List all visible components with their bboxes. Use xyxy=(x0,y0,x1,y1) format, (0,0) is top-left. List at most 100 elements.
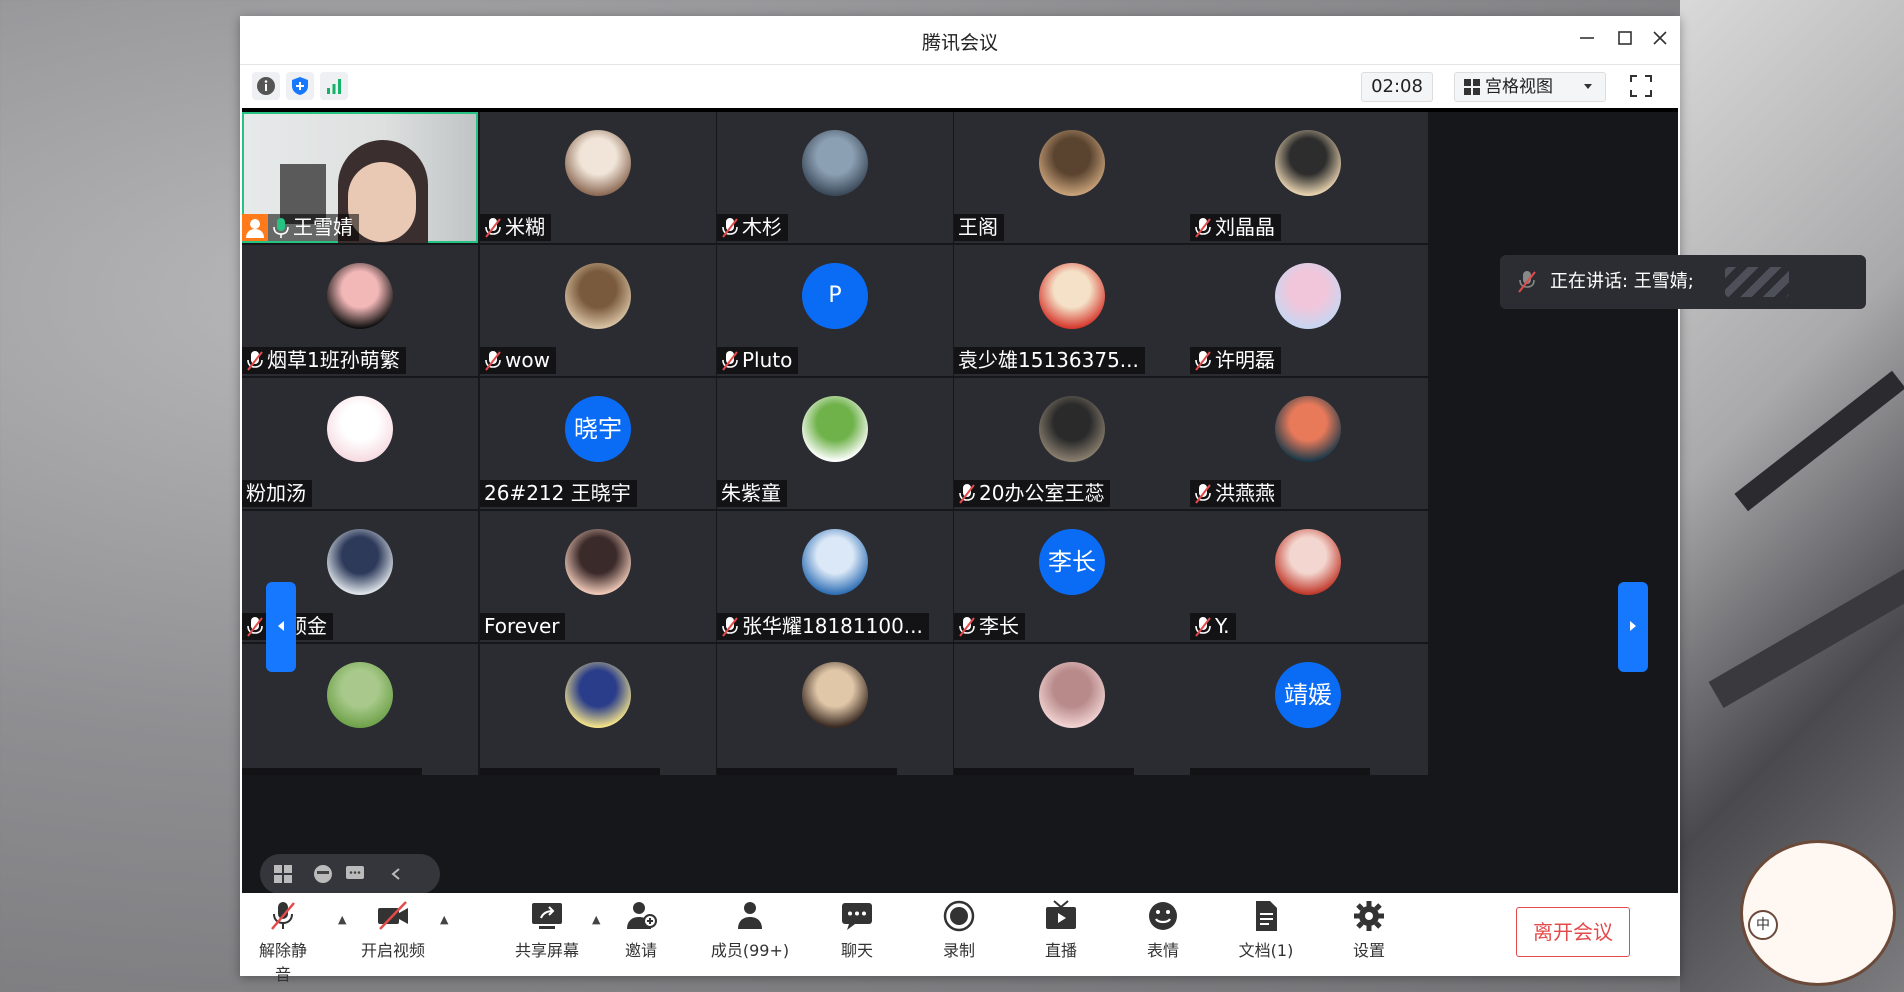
collapse-left-icon[interactable] xyxy=(390,867,402,881)
participant-nameplate: Y. xyxy=(1190,613,1236,640)
participant-name: 26#212 王晓宇 xyxy=(484,481,631,505)
ime-indicator[interactable]: 中 xyxy=(1748,910,1778,940)
participant-avatar xyxy=(565,130,631,196)
participant-avatar: 李长 xyxy=(1039,529,1105,595)
chat-button[interactable]: 聊天 xyxy=(832,899,882,961)
emoji-button[interactable]: 表情 xyxy=(1138,899,1188,961)
floating-view-toolbar[interactable] xyxy=(260,854,440,894)
share-screen-button[interactable]: 共享屏幕 xyxy=(512,899,582,961)
participant-nameplate: wow xyxy=(480,347,556,374)
gear-icon xyxy=(1354,901,1384,931)
maximize-button[interactable] xyxy=(1608,24,1642,56)
close-icon xyxy=(1653,31,1667,45)
live-tv-icon xyxy=(1046,900,1076,929)
docs-label: 文档(1) xyxy=(1238,941,1294,960)
participant-nameplate-cutoff xyxy=(717,768,897,775)
meeting-timer: 02:08 xyxy=(1361,72,1433,102)
participant-nameplate: Forever xyxy=(480,613,566,640)
participant-nameplate: 许明磊 xyxy=(1190,347,1281,374)
participant-tile[interactable]: 米糊 xyxy=(480,112,716,243)
participant-name: 粉加汤 xyxy=(246,481,306,505)
participant-tile[interactable]: Forever xyxy=(480,511,716,642)
view-mode-dropdown[interactable]: 宫格视图 xyxy=(1454,72,1606,102)
mic-muted-icon xyxy=(1195,616,1211,637)
participant-nameplate-cutoff xyxy=(954,768,1134,775)
participant-tile[interactable]: Y. xyxy=(1190,511,1428,642)
participant-name: 米糊 xyxy=(505,215,545,239)
prev-page-button[interactable] xyxy=(266,582,296,672)
participant-nameplate: 20办公室王蕊 xyxy=(954,480,1111,507)
participant-avatar xyxy=(1275,130,1341,196)
minimize-icon xyxy=(1580,37,1594,39)
mic-muted-icon xyxy=(722,616,738,637)
participant-tile[interactable]: 20办公室王蕊 xyxy=(954,378,1190,509)
invite-button[interactable]: 邀请 xyxy=(616,899,666,961)
chat-bubble-icon[interactable] xyxy=(344,863,366,885)
unmute-label: 解除静音 xyxy=(258,941,307,984)
close-button[interactable] xyxy=(1643,24,1677,56)
participant-avatar xyxy=(1039,662,1105,728)
participant-nameplate: 朱紫童 xyxy=(717,480,787,507)
participant-nameplate: 李长 xyxy=(954,613,1025,640)
participant-nameplate: 26#212 王晓宇 xyxy=(480,480,637,507)
participant-tile[interactable]: 王阁 xyxy=(954,112,1190,243)
participant-tile[interactable]: 王雪婧 xyxy=(242,112,478,243)
participant-nameplate-cutoff xyxy=(1190,768,1370,775)
participant-name: 刘晶晶 xyxy=(1215,215,1275,239)
speaking-text: 正在讲话: 王雪婧; xyxy=(1550,271,1694,292)
participant-tile[interactable]: P Pluto xyxy=(717,245,953,376)
meeting-window: 腾讯会议 02:08 宫格视图 靖媛 Y. 李长 李长 张华耀18181100.… xyxy=(240,16,1680,984)
record-button[interactable]: 录制 xyxy=(934,899,984,961)
mic-muted-icon xyxy=(1518,271,1536,293)
participant-tile[interactable]: 粉加汤 xyxy=(242,378,478,509)
leave-meeting-button[interactable]: 离开会议 xyxy=(1516,907,1630,957)
participant-tile[interactable] xyxy=(954,644,1190,775)
participant-tile[interactable]: wow xyxy=(480,245,716,376)
info-button[interactable] xyxy=(252,72,280,100)
members-button[interactable]: 成员(99+) xyxy=(710,899,790,961)
mic-muted-icon xyxy=(722,350,738,371)
participant-tile[interactable]: 木杉 xyxy=(717,112,953,243)
participant-tile[interactable] xyxy=(717,644,953,775)
start-video-button[interactable]: 开启视频 xyxy=(358,899,428,961)
minimize-button[interactable] xyxy=(1570,24,1604,56)
participant-tile[interactable]: 洪燕燕 xyxy=(1190,378,1428,509)
docs-button[interactable]: 文档(1) xyxy=(1234,899,1298,961)
security-button[interactable] xyxy=(286,72,314,100)
layout-icon[interactable] xyxy=(272,863,294,885)
participant-tile[interactable]: 烟草1班孙萌繁 xyxy=(242,245,478,376)
mic-muted-icon xyxy=(247,616,263,637)
audio-options-caret[interactable]: ▲ xyxy=(338,913,346,926)
participant-tile[interactable]: 许明磊 xyxy=(1190,245,1428,376)
participant-tile[interactable]: 袁少雄15136375... xyxy=(954,245,1190,376)
video-options-caret[interactable]: ▲ xyxy=(440,913,448,926)
settings-button[interactable]: 设置 xyxy=(1344,899,1394,961)
participant-name: 袁少雄15136375... xyxy=(958,348,1139,372)
mic-muted-icon xyxy=(485,217,501,238)
participant-tile[interactable]: 刘晶晶 xyxy=(1190,112,1428,243)
settings-label: 设置 xyxy=(1352,941,1385,960)
unmute-button[interactable]: 解除静音 xyxy=(254,899,312,985)
live-button[interactable]: 直播 xyxy=(1036,899,1086,961)
participant-avatar: P xyxy=(802,263,868,329)
participant-tile[interactable]: 晓宇 26#212 王晓宇 xyxy=(480,378,716,509)
fullscreen-button[interactable] xyxy=(1627,72,1657,100)
mic-muted-icon xyxy=(247,350,263,371)
network-status-button[interactable] xyxy=(320,72,348,100)
participant-avatar xyxy=(327,263,393,329)
participant-tile[interactable] xyxy=(480,644,716,775)
participant-avatar: 靖媛 xyxy=(1275,662,1341,728)
participant-tile[interactable]: 李长 李长 xyxy=(954,511,1190,642)
face-icon[interactable] xyxy=(312,863,334,885)
record-icon xyxy=(943,900,975,932)
share-options-caret[interactable]: ▲ xyxy=(592,913,600,926)
participant-tile[interactable]: 朱紫童 xyxy=(717,378,953,509)
participant-avatar xyxy=(802,529,868,595)
participant-nameplate: 刘晶晶 xyxy=(1190,214,1281,241)
participant-tile[interactable]: 张华耀18181100... xyxy=(717,511,953,642)
participant-name: 张华耀18181100... xyxy=(742,614,923,638)
host-badge-icon xyxy=(242,214,268,241)
next-page-button[interactable] xyxy=(1618,582,1648,672)
invite-user-icon xyxy=(627,902,657,929)
participant-tile[interactable]: 靖媛 xyxy=(1190,644,1428,775)
